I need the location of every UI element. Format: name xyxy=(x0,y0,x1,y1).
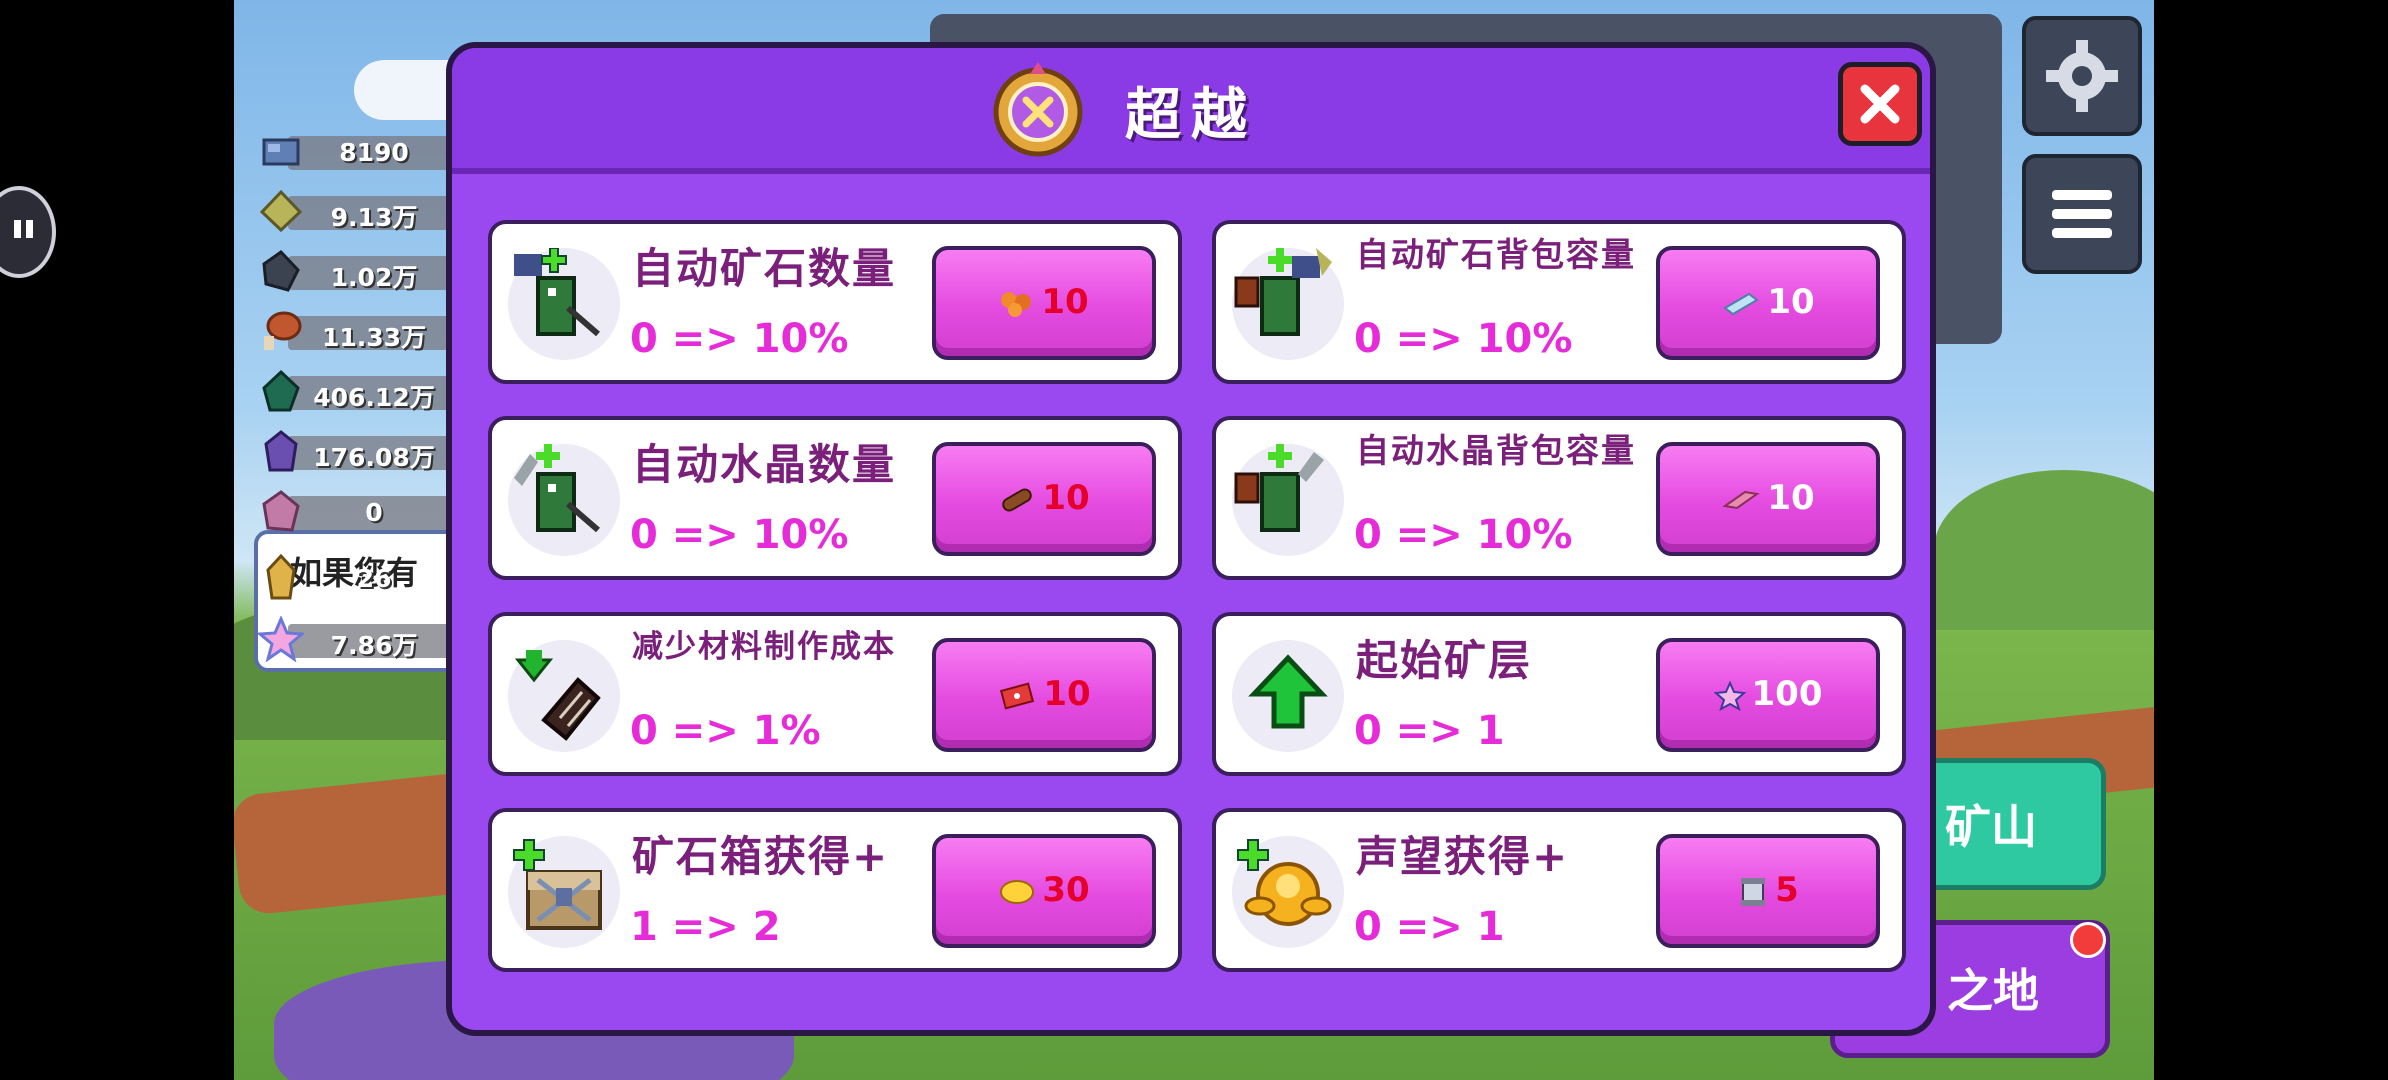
upgrade-title: 矿石箱获得+ xyxy=(632,832,890,881)
resource-value: 11.33万 xyxy=(321,323,427,352)
upgrade-card-auto-crystal-capacity: 自动水晶背包容量 0 => 10% 10 xyxy=(1212,416,1906,580)
notification-dot xyxy=(2070,922,2106,958)
resource-value: 7.86万 xyxy=(330,631,418,660)
ore-chest-icon xyxy=(508,836,620,948)
auto-miner-ore-icon xyxy=(508,248,620,360)
settings-button[interactable] xyxy=(2022,16,2142,136)
resource-value: 406.12万 xyxy=(313,383,435,412)
upgrade-card-starting-layer: 起始矿层 0 => 1 100 xyxy=(1212,612,1906,776)
star-gem-icon xyxy=(1713,680,1746,711)
resource-gold: 9.13万 xyxy=(258,188,460,236)
upgrade-title: 起始矿层 xyxy=(1356,636,1533,685)
upgrade-card-auto-ore-capacity: 自动矿石背包容量 0 => 10% 10 xyxy=(1212,220,1906,384)
buy-button[interactable]: 10 xyxy=(1656,442,1880,556)
upgrade-card-prestige-gain: 声望获得+ 0 => 1 5 xyxy=(1212,808,1906,972)
resource-iron: 8190 xyxy=(258,128,460,176)
upgrade-card-auto-crystal-amount: 自动水晶数量 0 => 10% 10 xyxy=(488,416,1182,580)
resource-value: 176.08万 xyxy=(313,443,435,472)
cost-label: 5 xyxy=(1660,870,1876,910)
auto-miner-crystal-icon xyxy=(508,444,620,556)
reduce-material-icon xyxy=(508,640,620,752)
hill xyxy=(1934,470,2154,630)
upgrade-change: 0 => 10% xyxy=(1354,512,1573,558)
up-arrow-icon xyxy=(1232,640,1344,752)
cost-label: 10 xyxy=(936,282,1152,322)
buy-button[interactable]: 30 xyxy=(932,834,1156,948)
upgrade-card-auto-ore-amount: 自动矿石数量 0 => 10% 10 xyxy=(488,220,1182,384)
buy-button[interactable]: 10 xyxy=(1656,246,1880,360)
upgrade-change: 0 => 1 xyxy=(1354,708,1505,754)
resource-amethyst: 176.08万 xyxy=(258,428,460,476)
upgrade-title: 自动矿石背包容量 xyxy=(1356,235,1636,274)
pause-button[interactable] xyxy=(0,186,56,278)
close-icon xyxy=(1860,84,1900,124)
resource-value: 1.02万 xyxy=(330,263,418,292)
land-button-label: 之地 xyxy=(1947,964,2039,1018)
scroll-icon xyxy=(1741,877,1766,906)
cost-label: 30 xyxy=(936,870,1152,910)
modal-header: 超越 xyxy=(452,48,1930,174)
resource-value: 8190 xyxy=(339,138,409,167)
resource-coal: 1.02万 xyxy=(258,248,460,296)
upgrade-title: 声望获得+ xyxy=(1356,832,1570,881)
transcend-modal: 超越 自动矿石数量 0 => 10% 10 自动矿石背包容量 0 => 10% … xyxy=(446,42,1936,1036)
upgrade-card-ore-chest-gain: 矿石箱获得+ 1 => 2 30 xyxy=(488,808,1182,972)
buy-button[interactable]: 10 xyxy=(932,638,1156,752)
upgrade-change: 0 => 10% xyxy=(630,512,849,558)
resource-gold-crystal: 26 xyxy=(258,553,458,602)
gold-coin-icon xyxy=(1000,879,1035,904)
auto-miner-backpack-icon xyxy=(1232,248,1344,360)
orange-ore-icon xyxy=(1001,291,1032,317)
prestige-laurel-icon xyxy=(1232,836,1344,948)
menu-button[interactable] xyxy=(2022,154,2142,274)
cost-label: 10 xyxy=(1660,478,1876,518)
red-ticket-icon xyxy=(1000,681,1035,710)
buy-button[interactable]: 10 xyxy=(932,442,1156,556)
wood-log-icon xyxy=(1002,488,1033,511)
resource-rainbow-star: 7.86万 xyxy=(256,615,460,664)
upgrade-change: 0 => 10% xyxy=(630,316,849,362)
blue-crystal-icon xyxy=(1723,292,1760,315)
hamburger-icon xyxy=(2052,190,2112,238)
mine-button-label: 矿山 xyxy=(1945,800,2037,854)
close-button[interactable] xyxy=(1838,62,1922,146)
resource-value: 26 xyxy=(356,564,392,593)
upgrade-change: 0 => 1 xyxy=(1354,904,1505,950)
resource-value: 9.13万 xyxy=(330,203,418,232)
resource-emerald: 406.12万 xyxy=(258,368,460,416)
modal-title: 超越 xyxy=(1125,83,1257,148)
cost-label: 10 xyxy=(936,478,1152,518)
cost-label: 100 xyxy=(1660,674,1876,714)
gear-icon xyxy=(2046,40,2118,112)
buy-button[interactable]: 10 xyxy=(932,246,1156,360)
upgrade-change: 0 => 1% xyxy=(630,708,821,754)
cost-label: 10 xyxy=(1660,282,1876,322)
upgrade-title: 减少材料制作成本 xyxy=(632,629,896,665)
upgrade-card-reduce-craft-cost: 减少材料制作成本 0 => 1% 10 xyxy=(488,612,1182,776)
auto-miner-crystal-backpack-icon xyxy=(1232,444,1344,556)
upgrade-title: 自动水晶背包容量 xyxy=(1356,431,1636,470)
resource-pink-crystal: 0 xyxy=(258,488,460,536)
buy-button[interactable]: 100 xyxy=(1656,638,1880,752)
upgrade-title: 自动矿石数量 xyxy=(632,244,897,293)
resource-meat: 11.33万 xyxy=(258,308,460,356)
upgrade-change: 1 => 2 xyxy=(630,904,781,950)
upgrade-title: 自动水晶数量 xyxy=(632,440,897,489)
pink-gem-icon xyxy=(1722,490,1760,509)
cost-label: 10 xyxy=(936,674,1152,714)
resource-value: 0 xyxy=(365,498,383,527)
buy-button[interactable]: 5 xyxy=(1656,834,1880,948)
upgrade-change: 0 => 10% xyxy=(1354,316,1573,362)
